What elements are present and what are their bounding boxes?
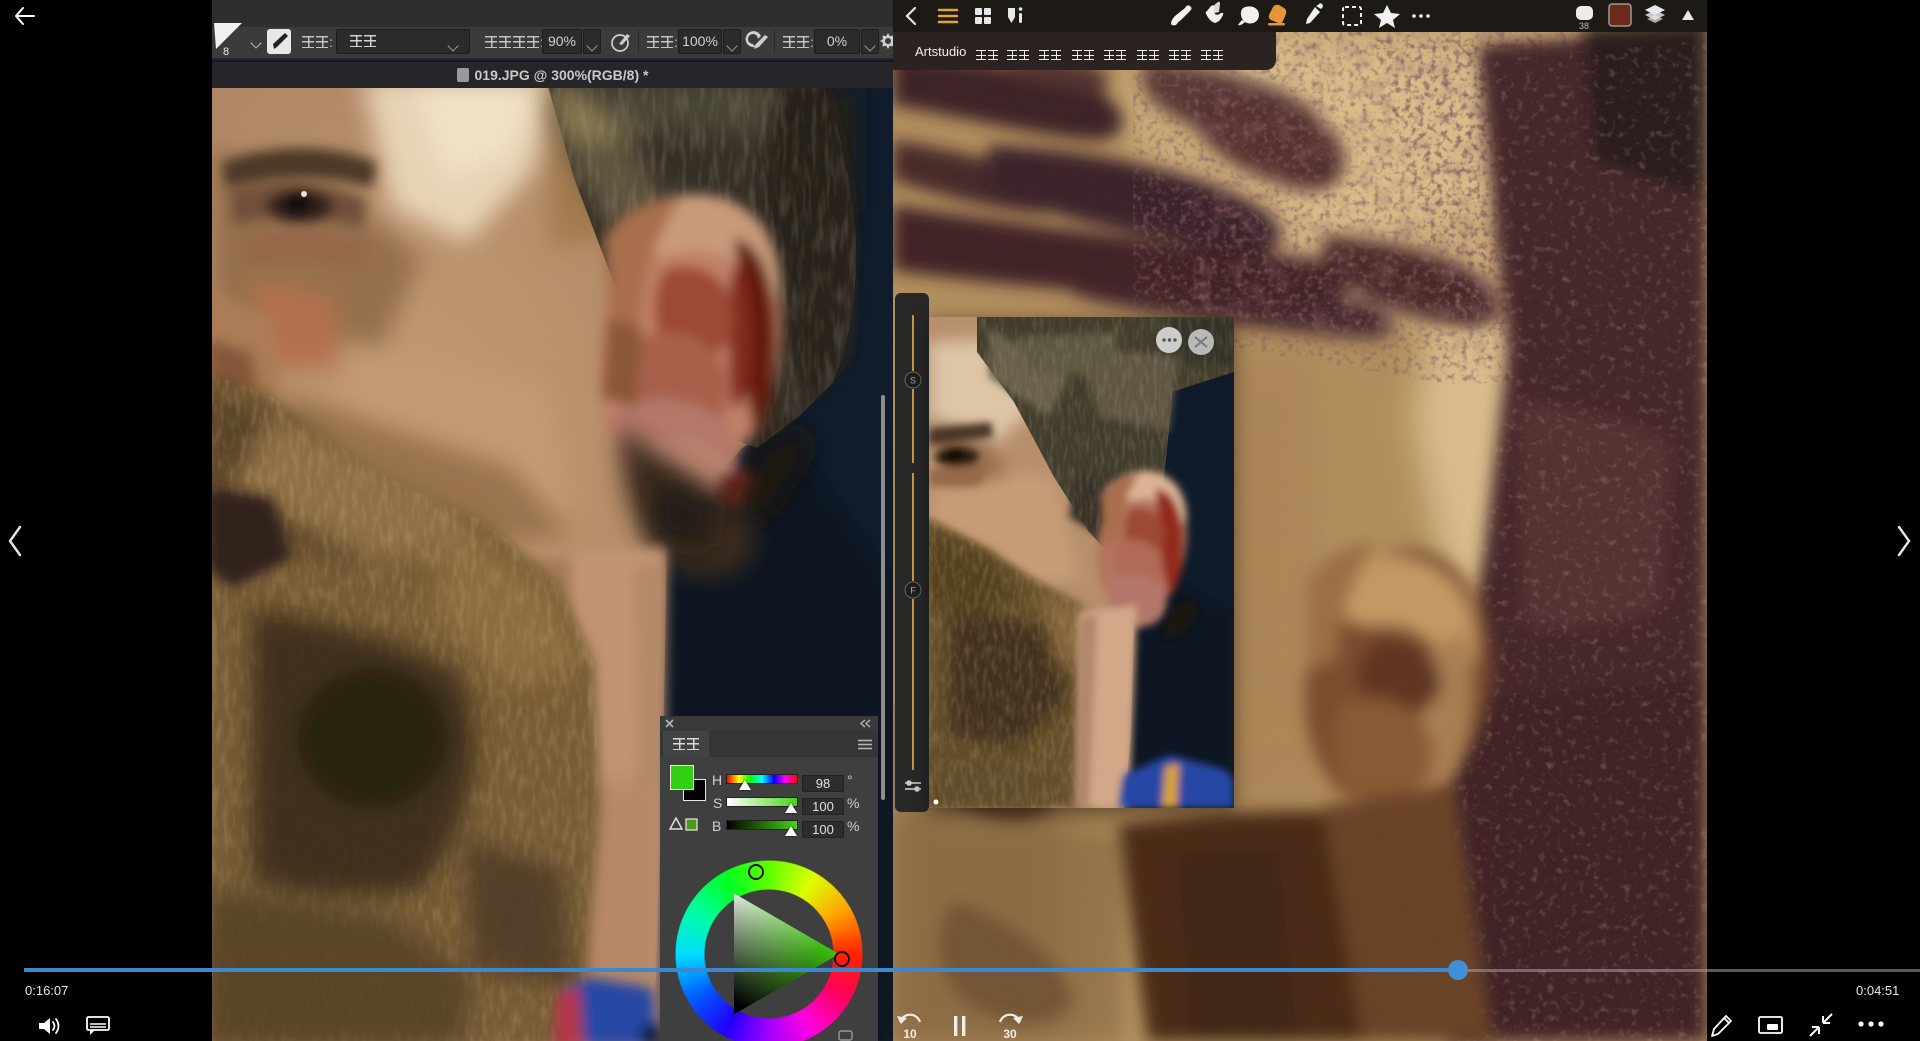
svg-text:S: S	[910, 376, 916, 386]
svg-text:8: 8	[223, 46, 229, 58]
svg-text:F: F	[910, 586, 916, 596]
svg-text:38: 38	[1579, 21, 1589, 31]
